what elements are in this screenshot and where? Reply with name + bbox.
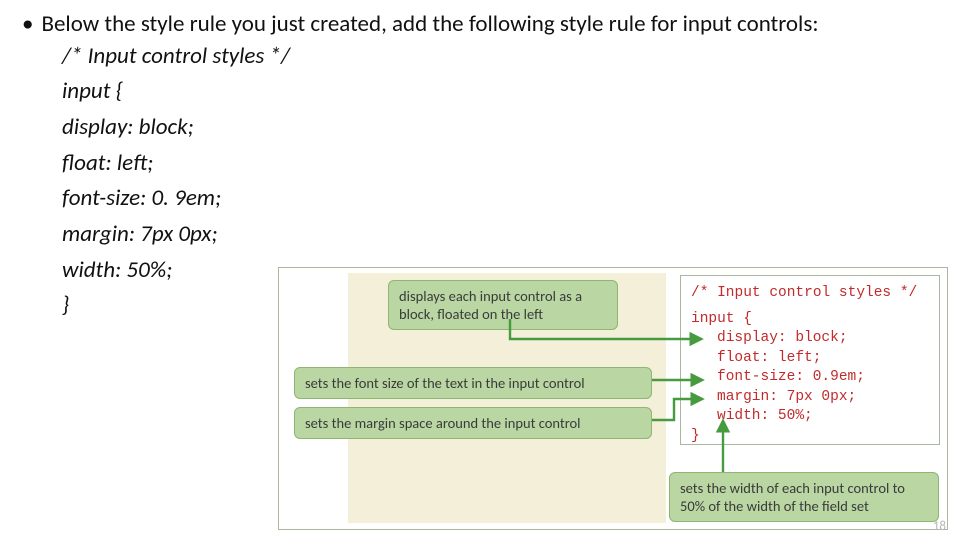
- code-comment: /* Input control styles */: [691, 284, 929, 304]
- code-line: float: left;: [717, 349, 929, 369]
- code-selector: input {: [691, 310, 929, 330]
- code-line: margin: 7px 0px;: [62, 217, 938, 253]
- callout-font-size: sets the font size of the text in the in…: [294, 367, 652, 399]
- code-line: float: left;: [62, 146, 938, 182]
- code-line: /* Input control styles */: [62, 39, 938, 75]
- bullet-text: Below the style rule you just created, a…: [41, 10, 938, 39]
- callout-width: sets the width of each input control to …: [669, 472, 939, 522]
- figure-panel: /* Input control styles */ input { displ…: [278, 267, 948, 530]
- code-line: width: 50%;: [717, 407, 929, 427]
- callout-display-block: displays each input control as a block, …: [388, 280, 618, 330]
- callout-margin: sets the margin space around the input c…: [294, 407, 652, 439]
- code-line: margin: 7px 0px;: [717, 388, 929, 408]
- code-line: input {: [62, 74, 938, 110]
- code-line: font-size: 0. 9em;: [62, 181, 938, 217]
- code-preview-panel: /* Input control styles */ input { displ…: [680, 275, 940, 445]
- code-line: display: block;: [62, 110, 938, 146]
- code-close: }: [691, 427, 929, 447]
- code-line: display: block;: [717, 329, 929, 349]
- bullet-item: • Below the style rule you just created,…: [22, 10, 938, 39]
- page-number: 18: [933, 519, 946, 534]
- bullet-dot-icon: •: [22, 10, 33, 39]
- code-line: font-size: 0.9em;: [717, 368, 929, 388]
